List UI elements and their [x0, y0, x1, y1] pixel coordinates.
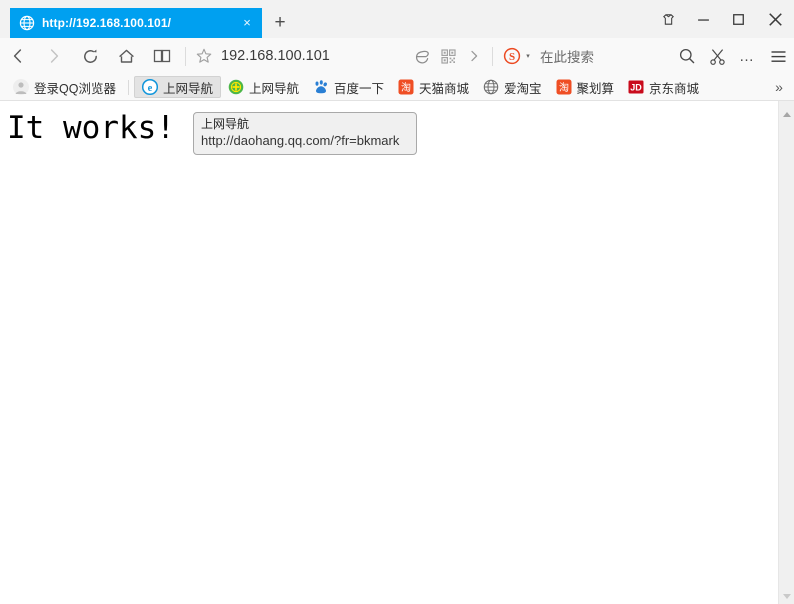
more-options-button[interactable]: … — [732, 39, 762, 73]
baidu-paw-icon — [313, 79, 329, 95]
svg-text:淘: 淘 — [559, 81, 569, 94]
back-icon[interactable] — [0, 39, 36, 73]
bookmarks-overflow-button[interactable]: » — [770, 77, 788, 97]
bookmark-label: 天猫商城 — [419, 81, 470, 96]
bookmark-divider — [127, 79, 129, 95]
bookmark-tmall[interactable]: 淘 天猫商城 — [391, 76, 476, 98]
svg-text:JD: JD — [630, 83, 642, 93]
search-box[interactable]: S ▾ 在此搜索 — [498, 39, 672, 73]
qq-explorer-e-icon: e — [141, 78, 159, 96]
search-submit-icon[interactable] — [672, 39, 702, 73]
bookmarks-bar: 登录QQ浏览器 e 上网导航 上网导航 百度一下 淘 天猫商城 爱淘宝 淘 聚划… — [0, 74, 794, 101]
bookmark-label: 聚划算 — [576, 81, 615, 96]
minimize-button[interactable] — [686, 0, 721, 38]
bookmark-login-qq-browser[interactable]: 登录QQ浏览器 — [6, 76, 123, 98]
tooltip-title: 上网导航 — [201, 117, 250, 131]
taobao-tao-icon: 淘 — [556, 79, 572, 95]
qr-code-icon[interactable] — [435, 43, 461, 69]
tooltip-url: http://daohang.qq.com/?fr=bkmark — [201, 133, 400, 149]
scroll-down-arrow[interactable] — [779, 589, 794, 604]
bookmark-label: 百度一下 — [333, 81, 384, 96]
bookmark-jd[interactable]: JD 京东商城 — [621, 76, 706, 98]
bookmark-shangwang-daohang-qq[interactable]: e 上网导航 — [133, 76, 221, 98]
globe-icon — [19, 15, 35, 31]
bookmark-login-label: 登录QQ浏览器 — [34, 81, 116, 96]
bookmark-juhuasuan[interactable]: 淘 聚划算 — [549, 76, 622, 98]
green-plus-icon — [228, 79, 244, 95]
scroll-up-arrow[interactable] — [779, 107, 794, 122]
search-input[interactable]: 在此搜索 — [534, 46, 594, 66]
address-bar[interactable]: 192.168.100.101 — [191, 39, 487, 73]
home-icon[interactable] — [108, 39, 144, 73]
tab-close-icon[interactable]: × — [238, 14, 256, 32]
new-tab-button[interactable]: + — [266, 8, 294, 38]
bookmark-label: 爱淘宝 — [504, 81, 542, 96]
page-heading: It works! — [7, 110, 175, 146]
bookmark-shangwang-daohang-360[interactable]: 上网导航 — [221, 76, 306, 98]
ie-mode-icon[interactable] — [409, 43, 435, 69]
bookmark-label: 上网导航 — [162, 81, 213, 96]
reading-mode-icon[interactable] — [144, 39, 180, 73]
jd-icon: JD — [628, 79, 644, 95]
sogou-engine-icon[interactable]: S — [502, 46, 522, 66]
main-menu-button[interactable] — [762, 39, 794, 73]
screenshot-scissors-icon[interactable] — [702, 39, 732, 73]
browser-window: http://192.168.100.101/ × + 192.168.100.… — [0, 0, 794, 604]
svg-text:e: e — [148, 83, 153, 94]
skin-icon[interactable] — [651, 0, 686, 38]
reload-icon[interactable] — [72, 39, 108, 73]
user-avatar-icon — [13, 79, 29, 95]
bookmark-label: 京东商城 — [649, 81, 700, 96]
search-divider — [492, 46, 493, 66]
url-input[interactable]: 192.168.100.101 — [217, 48, 409, 64]
tab-title: http://192.168.100.101/ — [42, 16, 172, 30]
bookmark-star-icon[interactable] — [191, 43, 217, 69]
tab-active[interactable]: http://192.168.100.101/ × — [10, 8, 262, 38]
engine-dropdown-caret[interactable]: ▾ — [522, 52, 534, 60]
globe-icon — [483, 79, 499, 95]
address-expand-icon[interactable] — [461, 43, 487, 69]
bookmark-ai-taobao[interactable]: 爱淘宝 — [476, 76, 549, 98]
maximize-button[interactable] — [721, 0, 756, 38]
page-content: It works! 上网导航 http://daohang.qq.com/?fr… — [0, 101, 794, 604]
forward-icon — [36, 39, 72, 73]
vertical-scrollbar[interactable] — [778, 101, 794, 604]
bookmark-tooltip: 上网导航 http://daohang.qq.com/?fr=bkmark — [193, 112, 417, 155]
window-controls — [651, 0, 794, 38]
taobao-tao-icon: 淘 — [398, 79, 414, 95]
navigation-toolbar: 192.168.100.101 S ▾ 在此搜索 … — [0, 38, 794, 74]
svg-text:淘: 淘 — [401, 81, 411, 94]
bookmark-baidu[interactable]: 百度一下 — [306, 76, 391, 98]
toolbar-divider — [185, 46, 186, 66]
svg-text:S: S — [509, 51, 515, 63]
tab-strip: http://192.168.100.101/ × + — [0, 0, 794, 38]
close-button[interactable] — [756, 0, 794, 38]
bookmark-label: 上网导航 — [248, 81, 299, 96]
